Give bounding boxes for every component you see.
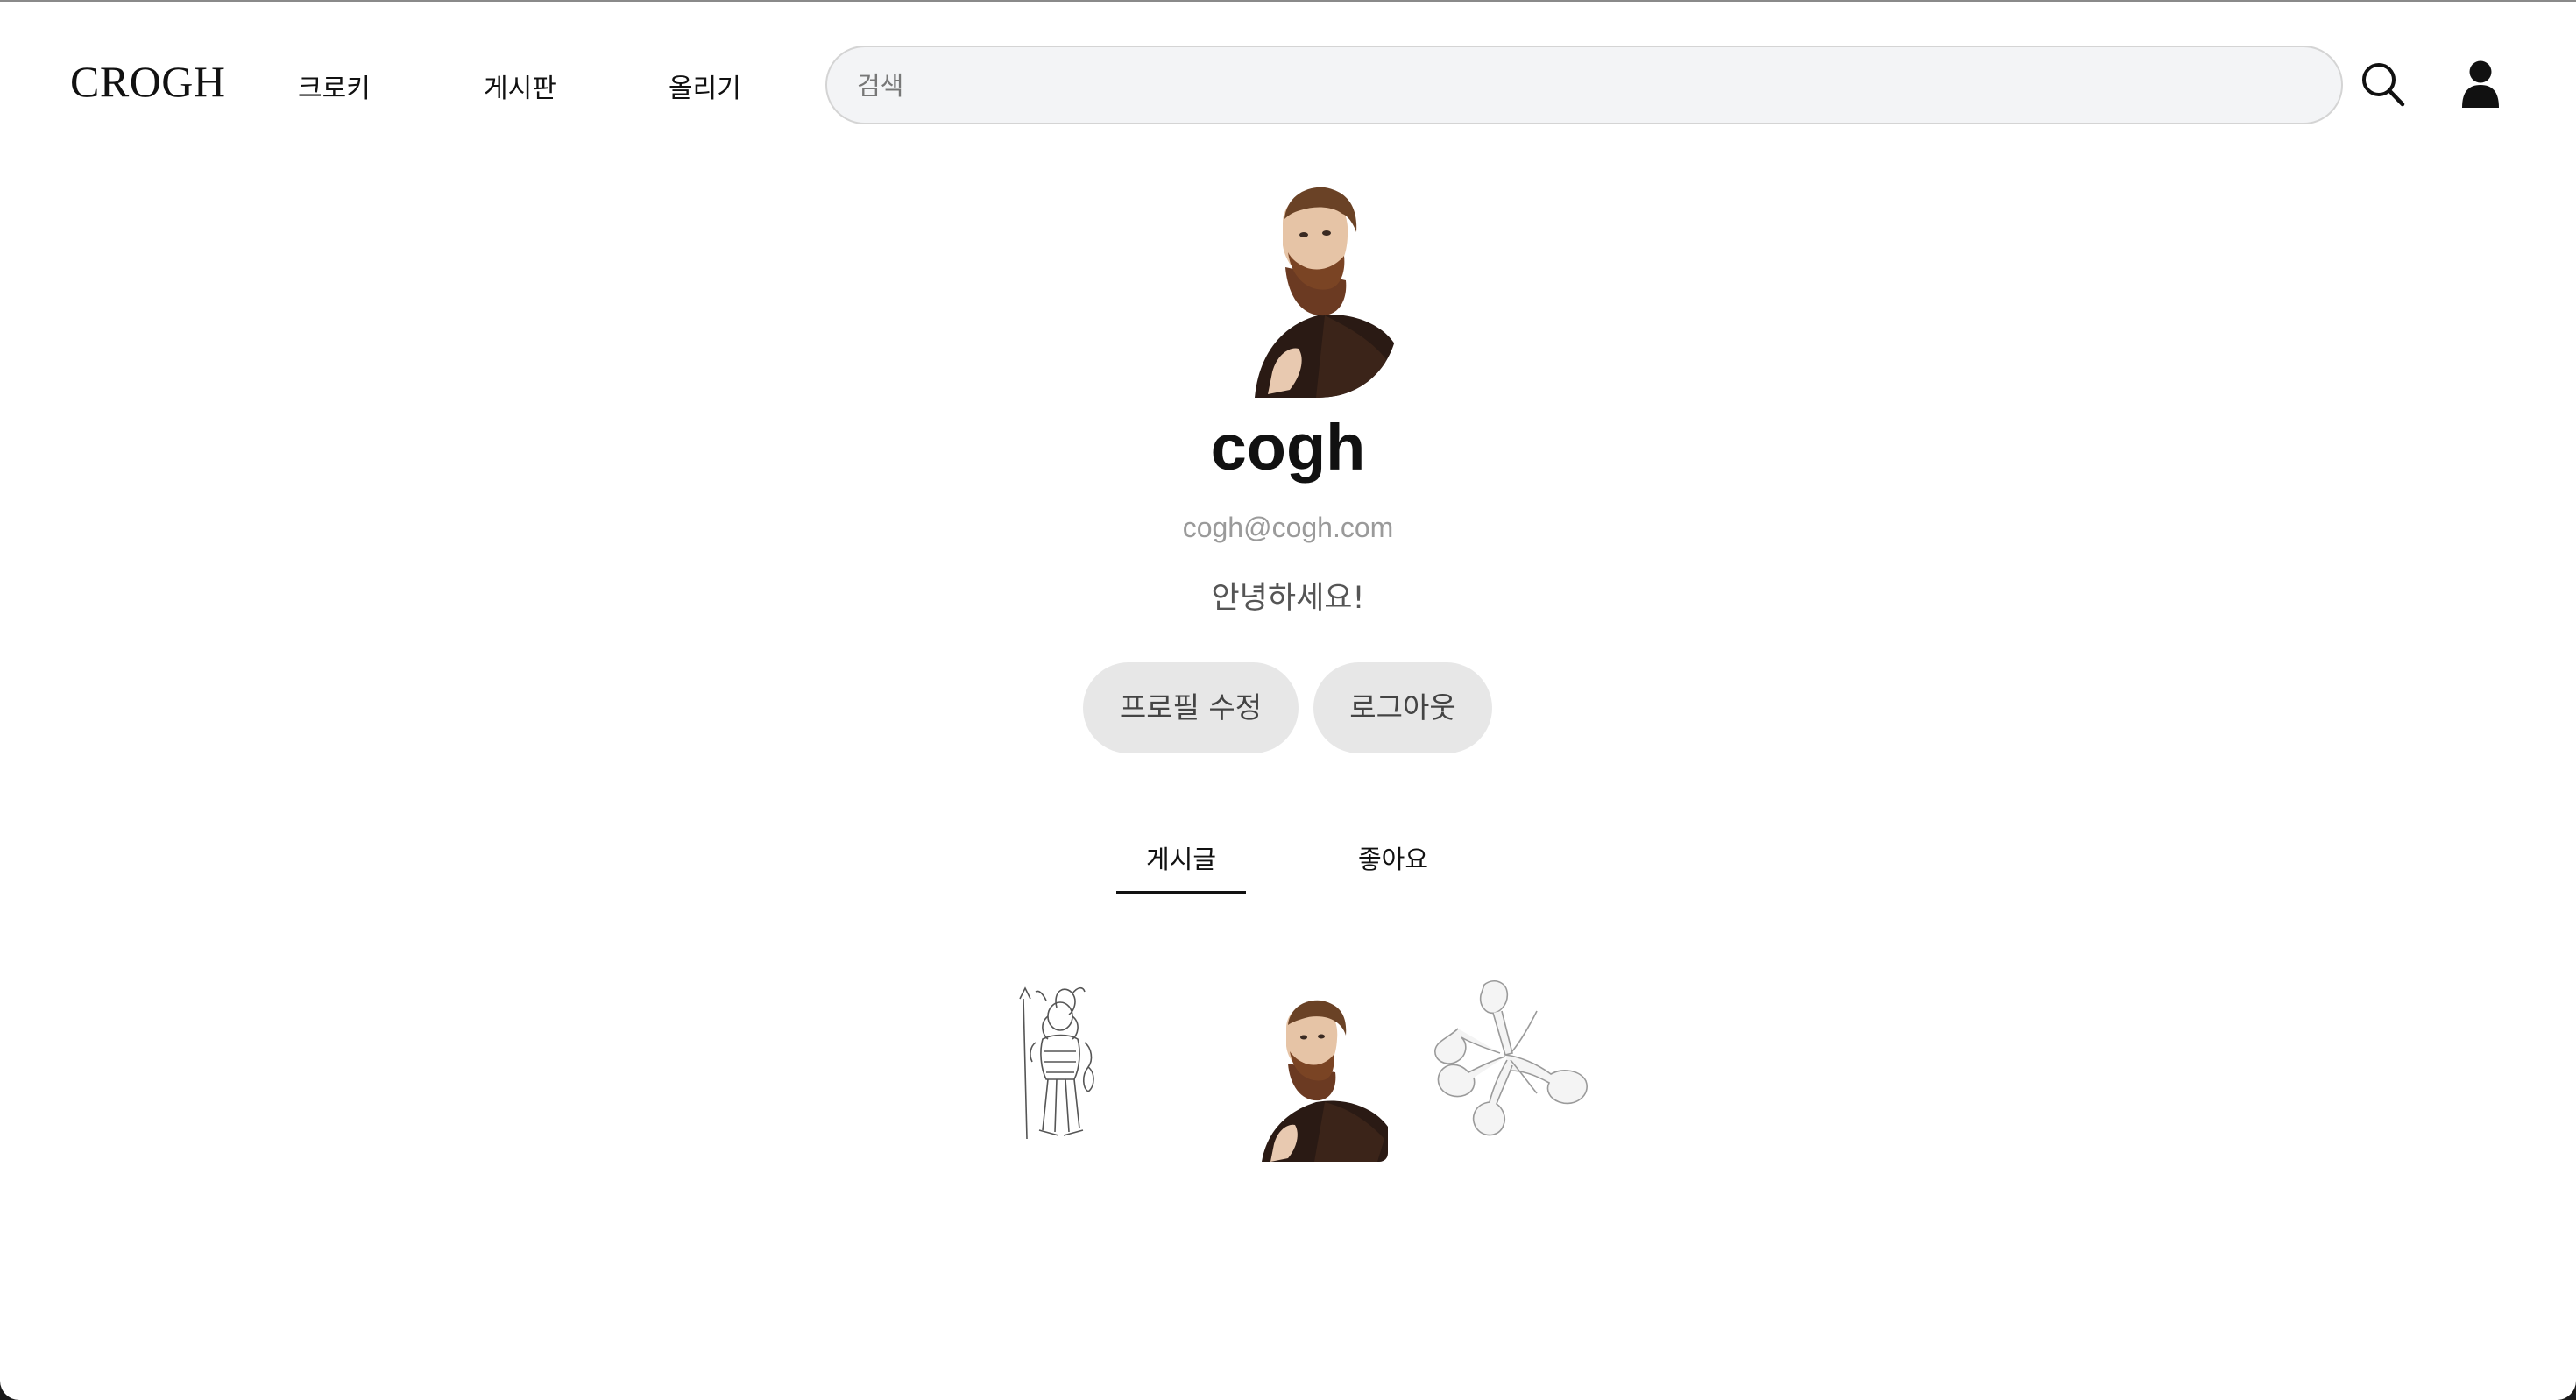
- post-thumbnail[interactable]: [1262, 999, 1388, 1162]
- nav-item-board[interactable]: 게시판: [484, 67, 556, 105]
- search-icon[interactable]: [2360, 61, 2406, 109]
- tab-posts[interactable]: 게시글: [1116, 839, 1246, 876]
- post-thumbnail[interactable]: [1004, 981, 1115, 1144]
- profile-username: cogh: [1210, 411, 1366, 484]
- top-navbar: CROGH 크로키 게시판 올리기: [0, 2, 2576, 168]
- search-bar: [825, 46, 2343, 124]
- profile-email: cogh@cogh.com: [1182, 512, 1394, 543]
- post-thumbnail[interactable]: [1432, 976, 1603, 1158]
- profile-avatar: [1237, 184, 1398, 398]
- page: CROGH 크로키 게시판 올리기 검색 cogh cogh@cogh.com …: [0, 0, 2576, 1400]
- profile-bio: 안녕하세요!: [1211, 581, 1365, 616]
- search-input[interactable]: [855, 47, 2313, 124]
- logo[interactable]: CROGH: [70, 56, 226, 107]
- tab-likes[interactable]: 좋아요: [1328, 839, 1458, 876]
- nav-item-croquis[interactable]: 크로키: [298, 67, 371, 105]
- active-tab-indicator: [1116, 891, 1246, 894]
- logout-button[interactable]: 로그아웃: [1313, 662, 1492, 753]
- nav-item-upload[interactable]: 올리기: [669, 67, 741, 105]
- edit-profile-button[interactable]: 프로필 수정: [1083, 662, 1299, 753]
- user-icon[interactable]: [2460, 60, 2501, 109]
